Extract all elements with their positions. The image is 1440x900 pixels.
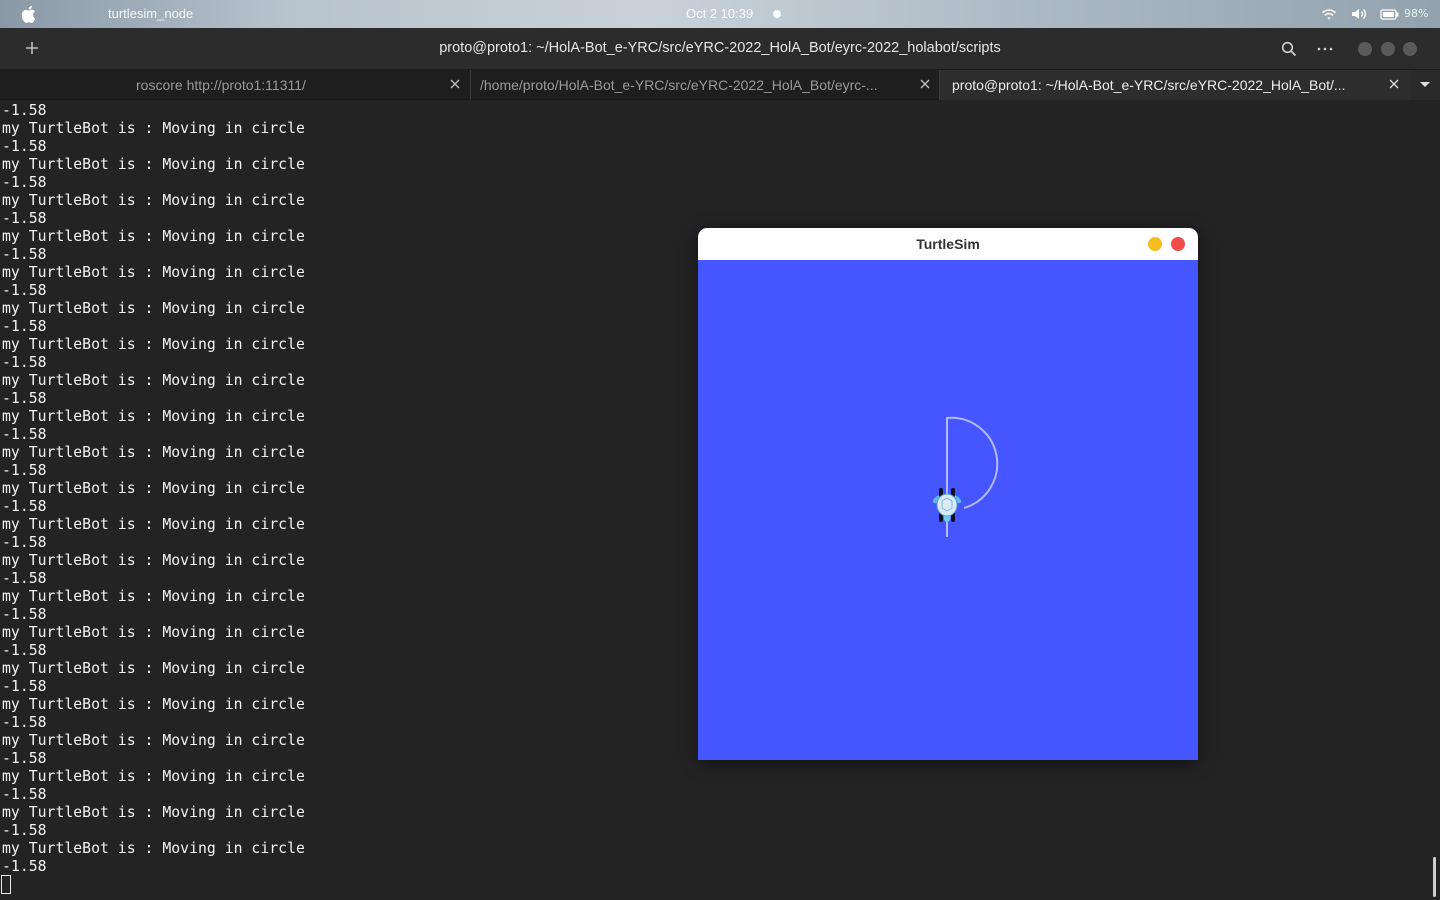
tab-home-proto[interactable]: /home/proto/HolA-Bot_e-YRC/src/eYRC-2022… — [471, 70, 940, 100]
tab-roscore[interactable]: roscore http://proto1:11311/ — [0, 70, 471, 100]
terminal-line-status: my TurtleBot is : Moving in circle — [2, 588, 305, 605]
system-top-bar: turtlesim_node Oct 2 10:39 98% — [0, 0, 1440, 28]
terminal-line-value: -1.58 — [2, 426, 47, 443]
terminal-line-value: -1.58 — [2, 462, 47, 479]
terminal-line-status: my TurtleBot is : Moving in circle — [2, 732, 305, 749]
close-tab-icon[interactable] — [1387, 77, 1401, 91]
terminal-line-status: my TurtleBot is : Moving in circle — [2, 372, 305, 389]
close-tab-icon[interactable] — [918, 77, 932, 91]
terminal-line-value: -1.58 — [2, 246, 47, 263]
terminal-header-bar: proto@proto1: ~/HolA-Bot_e-YRC/src/eYRC-… — [0, 28, 1440, 70]
turtlesim-canvas — [698, 260, 1198, 760]
terminal-line-value: -1.58 — [2, 642, 47, 659]
terminal-line-status: my TurtleBot is : Moving in circle — [2, 552, 305, 569]
terminal-line-status: my TurtleBot is : Moving in circle — [2, 480, 305, 497]
scrollbar[interactable] — [1433, 857, 1436, 897]
terminal-line-status: my TurtleBot is : Moving in circle — [2, 624, 305, 641]
terminal-line-status: my TurtleBot is : Moving in circle — [2, 408, 305, 425]
terminal-line-value: -1.58 — [2, 318, 47, 335]
maximize-button[interactable] — [1381, 42, 1395, 56]
tab-label: proto@proto1: ~/HolA-Bot_e-YRC/src/eYRC-… — [952, 77, 1346, 93]
terminal-line-value: -1.58 — [2, 750, 47, 767]
terminal-line-value: -1.58 — [2, 138, 47, 155]
tab-label: /home/proto/HolA-Bot_e-YRC/src/eYRC-2022… — [480, 77, 878, 93]
battery-percentage: 98% — [1404, 7, 1429, 20]
terminal-line-value: -1.58 — [2, 210, 47, 227]
close-button[interactable] — [1403, 42, 1417, 56]
turtlesim-title: TurtleSim — [916, 236, 980, 252]
tab-scripts-active[interactable]: proto@proto1: ~/HolA-Bot_e-YRC/src/eYRC-… — [940, 70, 1410, 100]
terminal-line-value: -1.58 — [2, 498, 47, 515]
terminal-cursor — [1, 875, 11, 894]
terminal-line-value: -1.58 — [2, 822, 47, 839]
terminal-line-value: -1.58 — [2, 678, 47, 695]
chevron-down-icon — [1420, 82, 1430, 87]
terminal-line-value: -1.58 — [2, 534, 47, 551]
terminal-line-value: -1.58 — [2, 174, 47, 191]
terminal-line-value: -1.58 — [2, 858, 47, 875]
terminal-line-status: my TurtleBot is : Moving in circle — [2, 192, 305, 209]
terminal-line-status: my TurtleBot is : Moving in circle — [2, 336, 305, 353]
tab-label: roscore http://proto1:11311/ — [136, 77, 306, 93]
terminal-line-status: my TurtleBot is : Moving in circle — [2, 228, 305, 245]
notification-dot — [773, 10, 781, 18]
wifi-icon[interactable] — [1321, 6, 1337, 22]
terminal-line-status: my TurtleBot is : Moving in circle — [2, 768, 305, 785]
terminal-line-status: my TurtleBot is : Moving in circle — [2, 804, 305, 821]
more-options-icon[interactable] — [1316, 41, 1334, 57]
terminal-line-value: -1.58 — [2, 786, 47, 803]
terminal-window-title: proto@proto1: ~/HolA-Bot_e-YRC/src/eYRC-… — [439, 40, 1001, 56]
battery-icon[interactable] — [1380, 6, 1400, 22]
terminal-line-status: my TurtleBot is : Moving in circle — [2, 300, 305, 317]
search-icon[interactable] — [1281, 41, 1297, 57]
terminal-tab-bar: roscore http://proto1:11311/ /home/proto… — [0, 70, 1440, 100]
turtlesim-close-button[interactable] — [1171, 237, 1185, 251]
terminal-line-value: -1.58 — [2, 390, 47, 407]
terminal-line-status: my TurtleBot is : Moving in circle — [2, 696, 305, 713]
terminal-line-status: my TurtleBot is : Moving in circle — [2, 516, 305, 533]
turtlesim-title-bar[interactable]: TurtleSim — [698, 228, 1198, 260]
terminal-line-value: -1.58 — [2, 570, 47, 587]
apple-icon[interactable] — [20, 5, 36, 23]
volume-icon[interactable] — [1350, 6, 1368, 22]
tab-list-dropdown[interactable] — [1410, 70, 1440, 100]
clock[interactable]: Oct 2 10:39 — [686, 6, 753, 21]
close-tab-icon[interactable] — [448, 77, 462, 91]
turtlesim-minimize-button[interactable] — [1148, 237, 1162, 251]
terminal-line-status: my TurtleBot is : Moving in circle — [2, 840, 305, 857]
terminal-line-status: my TurtleBot is : Moving in circle — [2, 660, 305, 677]
active-app-name[interactable]: turtlesim_node — [108, 6, 193, 21]
terminal-line-status: my TurtleBot is : Moving in circle — [2, 156, 305, 173]
terminal-line-value: -1.58 — [2, 102, 47, 119]
terminal-line-value: -1.58 — [2, 282, 47, 299]
turtlesim-window[interactable]: TurtleSim — [698, 228, 1198, 760]
terminal-line-status: my TurtleBot is : Moving in circle — [2, 444, 305, 461]
terminal-line-value: -1.58 — [2, 354, 47, 371]
terminal-line-status: my TurtleBot is : Moving in circle — [2, 120, 305, 137]
terminal-line-value: -1.58 — [2, 606, 47, 623]
terminal-line-value: -1.58 — [2, 714, 47, 731]
terminal-line-status: my TurtleBot is : Moving in circle — [2, 264, 305, 281]
minimize-button[interactable] — [1358, 42, 1372, 56]
